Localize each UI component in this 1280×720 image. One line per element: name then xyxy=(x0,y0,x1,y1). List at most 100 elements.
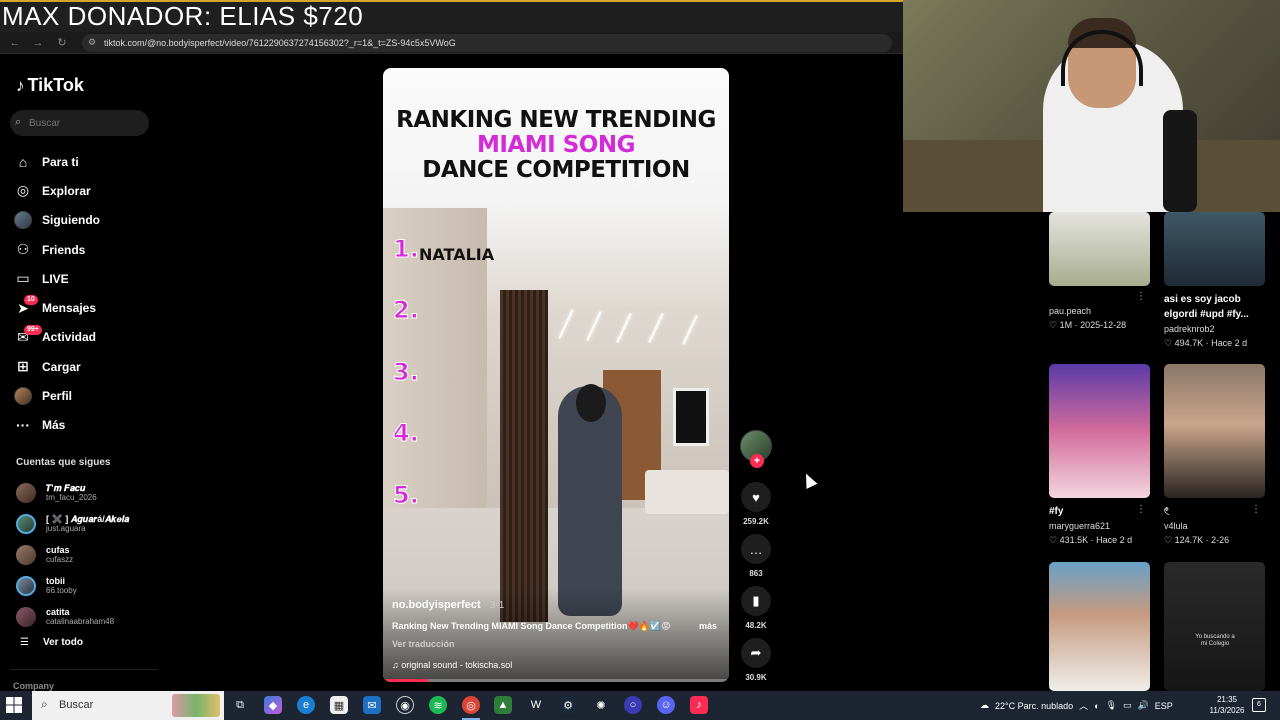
sound-link[interactable]: ♫ original sound - tokischa.sol xyxy=(392,660,512,670)
video-card[interactable]: Yo buscando a mi Colegio xyxy=(1164,562,1265,691)
back-icon[interactable]: ← xyxy=(8,36,22,50)
translate-button[interactable]: Ver traducción xyxy=(392,639,455,649)
discord-icon[interactable]: ☺ xyxy=(657,696,675,714)
settings-icon[interactable]: ✺ xyxy=(592,696,610,714)
notification-icon[interactable]: 6 xyxy=(1252,698,1266,712)
bookmark-icon[interactable]: ▮ xyxy=(741,586,771,616)
see-all-link[interactable]: ☰ Ver todo xyxy=(20,637,83,648)
more-options-icon[interactable]: ⋮ xyxy=(1136,504,1146,515)
more-options-icon[interactable]: ⋮ xyxy=(1251,504,1261,515)
save-action[interactable]: ▮ 48.2K xyxy=(740,586,772,630)
video-description: Ranking New Trending MIAMI Song Dance Co… xyxy=(392,621,671,631)
card-user[interactable]: maryguerra621 xyxy=(1049,519,1150,533)
nav-item-friends[interactable]: ⚇ Friends xyxy=(14,235,154,264)
search-box[interactable]: ⌕ xyxy=(10,110,149,136)
network-icon[interactable]: ▭ xyxy=(1123,700,1132,711)
nav-item-siguiendo[interactable]: Siguiendo xyxy=(14,206,154,235)
nav-item-perfil[interactable]: Perfil xyxy=(14,381,154,410)
spotify-icon[interactable]: ≋ xyxy=(429,696,447,714)
see-all-label: Ver todo xyxy=(42,637,83,648)
card-title[interactable]: asi es soy jacob elgordi #upd #fy... xyxy=(1164,292,1265,322)
taskbar-search[interactable]: ⌕ Buscar xyxy=(32,691,224,720)
tray-chevron-icon[interactable]: ︿ xyxy=(1079,699,1088,712)
company-link[interactable]: Company xyxy=(13,681,54,691)
search-app-icon[interactable]: ○ xyxy=(624,696,642,714)
nav-item-explorar[interactable]: ◎ Explorar xyxy=(14,176,154,205)
app-icon[interactable]: ▲ xyxy=(494,696,512,714)
site-info-icon[interactable]: ⚙ xyxy=(88,37,98,47)
reload-icon[interactable]: ↻ xyxy=(55,36,69,50)
video-progress-bar[interactable] xyxy=(383,679,729,682)
card-title[interactable]: #fy xyxy=(1049,504,1150,519)
edge-icon[interactable]: e xyxy=(297,696,315,714)
share-action[interactable]: ➦ 30.9K xyxy=(740,638,772,682)
tiktok-app-icon[interactable]: ♪ xyxy=(690,696,708,714)
taskbar-search-label: Buscar xyxy=(59,699,94,711)
task-view-icon[interactable]: ⧉ xyxy=(231,696,249,714)
video-card[interactable]: ⋮ #fy maryguerra621 ♡ 431.5K · Hace 2 d xyxy=(1049,364,1150,547)
rank-name: NATALIA xyxy=(419,245,495,264)
tiktok-logo[interactable]: ♪ TikTok xyxy=(16,75,84,96)
nav-item-live[interactable]: ▭ LIVE xyxy=(14,264,154,293)
nav-label: Actividad xyxy=(42,330,97,345)
comment-icon[interactable]: … xyxy=(741,534,771,564)
share-icon[interactable]: ➦ xyxy=(741,638,771,668)
following-account[interactable]: tobii 66.tooby xyxy=(16,570,156,601)
chrome-icon[interactable]: ◎ xyxy=(462,696,480,714)
account-name: tobii xyxy=(46,575,65,586)
video-thumbnail[interactable] xyxy=(1049,212,1150,286)
card-title[interactable]: 𓏲 xyxy=(1164,504,1265,519)
card-user[interactable]: padreknrob2 xyxy=(1164,322,1265,336)
nav-item-mas[interactable]: ··· Más xyxy=(14,411,154,440)
url-bar[interactable]: ⚙ tiktok.com/@no.bodyisperfect/video/761… xyxy=(82,34,892,52)
nav-item-mensajes[interactable]: ➤ 10 Mensajes xyxy=(14,293,154,322)
clock[interactable]: 21:35 11/3/2026 xyxy=(1205,694,1249,716)
wave-app-icon[interactable]: W xyxy=(527,696,545,714)
like-action[interactable]: ♥ 259.2K xyxy=(740,482,772,526)
comment-action[interactable]: … 863 xyxy=(740,534,772,578)
tray-app-icon[interactable]: ◐ xyxy=(1094,701,1099,711)
following-account[interactable]: 𝑻'𝒎 𝑭𝒂𝒄𝒖 tm_facu_2026 xyxy=(16,477,156,508)
account-name: cufas xyxy=(46,544,70,555)
save-count: 48.2K xyxy=(745,621,767,630)
video-thumbnail[interactable] xyxy=(1164,212,1265,286)
account-name: 𝑻'𝒎 𝑭𝒂𝒄𝒖 xyxy=(46,482,86,493)
obs-icon[interactable]: ◉ xyxy=(396,696,414,714)
video-card[interactable]: asi es soy jacob elgordi #upd #fy... pad… xyxy=(1164,212,1265,350)
video-card[interactable]: ⋮ pau.peach ♡ 1M · 2025-12-28 xyxy=(1049,212,1150,332)
nav-item-cargar[interactable]: ⊞ Cargar xyxy=(14,352,154,381)
video-thumbnail[interactable]: Yo buscando a mi Colegio xyxy=(1164,562,1265,691)
more-button[interactable]: más xyxy=(699,621,717,631)
video-card[interactable] xyxy=(1049,562,1150,691)
mail-icon[interactable]: ✉ xyxy=(363,696,381,714)
heart-icon[interactable]: ♥ xyxy=(741,482,771,512)
nav-item-actividad[interactable]: ✉ 99+ Actividad xyxy=(14,323,154,352)
search-input[interactable] xyxy=(29,114,144,132)
video-author[interactable]: no.bodyisperfect · 3-1 xyxy=(392,599,504,611)
copilot-icon[interactable]: ◆ xyxy=(264,696,282,714)
card-user[interactable]: pau.peach xyxy=(1049,304,1150,318)
windows-start-icon[interactable] xyxy=(6,697,22,713)
video-player[interactable]: RANKING NEW TRENDING MIAMI SONG DANCE CO… xyxy=(383,68,729,682)
nav-item-para-ti[interactable]: ⌂ Para ti xyxy=(14,147,154,176)
video-thumbnail[interactable] xyxy=(1049,364,1150,498)
video-thumbnail[interactable] xyxy=(1164,364,1265,498)
card-user[interactable]: v4lula xyxy=(1164,519,1265,533)
volume-icon[interactable]: 🔊 xyxy=(1138,700,1149,711)
store-icon[interactable]: ▦ xyxy=(330,696,348,714)
weather-text[interactable]: 22°C Parc. nublado xyxy=(995,701,1073,711)
microphone-icon[interactable]: 🎙 xyxy=(1106,700,1117,711)
more-options-icon[interactable]: ⋮ xyxy=(1136,291,1146,302)
following-account[interactable]: cufas cufaszz xyxy=(16,539,156,570)
following-list: 𝑻'𝒎 𝑭𝒂𝒄𝒖 tm_facu_2026 [ ✖️ ] 𝑨𝒈𝒖𝒂𝒓á/𝑨𝒌𝒆𝒍𝒂… xyxy=(16,477,156,632)
follow-plus-icon[interactable]: + xyxy=(750,454,764,468)
language-indicator[interactable]: ESP xyxy=(1155,701,1173,711)
forward-icon[interactable]: → xyxy=(31,36,45,50)
video-card[interactable]: ⋮ 𓏲 v4lula ♡ 124.7K · 2-26 xyxy=(1164,364,1265,547)
following-account[interactable]: catita catalinaabraham48 xyxy=(16,601,156,632)
weather-icon[interactable]: ☁ xyxy=(980,700,989,711)
search-icon: ⌕ xyxy=(41,697,48,711)
following-account[interactable]: [ ✖️ ] 𝑨𝒈𝒖𝒂𝒓á/𝑨𝒌𝒆𝒍𝒂 just.aguara xyxy=(16,508,156,539)
video-thumbnail[interactable] xyxy=(1049,562,1150,691)
steam-icon[interactable]: ⚙ xyxy=(559,696,577,714)
